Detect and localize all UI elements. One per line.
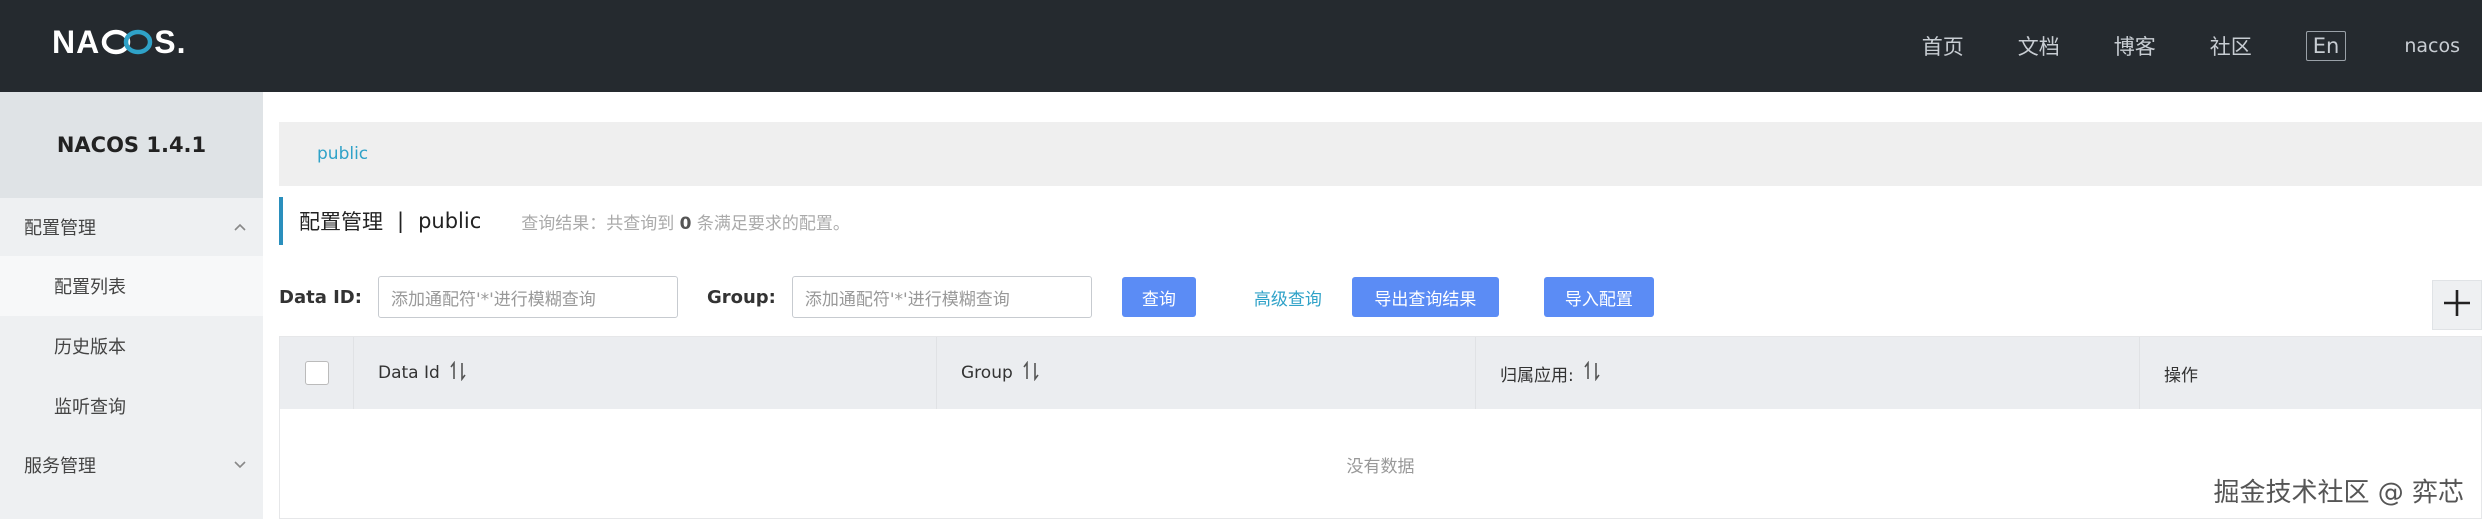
column-header-data-id[interactable]: Data Id: [354, 337, 937, 409]
title-separator: |: [397, 209, 405, 233]
sidebar-item-label: 配置列表: [54, 277, 126, 298]
logo-text-left: NA: [52, 23, 101, 60]
dataid-label: Data ID:: [279, 286, 362, 308]
sidebar-brand: NACOS 1.4.1: [0, 92, 263, 198]
column-label: Group: [961, 363, 1013, 383]
main-content: public 配置管理 | public 查询结果：共查询到 0 条满足要求的配…: [263, 92, 2482, 519]
language-switch-button[interactable]: En: [2305, 31, 2347, 61]
sidebar-item-label: 监听查询: [54, 397, 126, 418]
sidebar: NACOS 1.4.1 配置管理 配置列表 历史版本 监听查询 服务管理: [0, 92, 263, 519]
query-result-summary: 查询结果：共查询到 0 条满足要求的配置。: [521, 209, 850, 234]
sort-icon[interactable]: [1584, 360, 1600, 386]
table-header: Data Id Group 归属应用: 操作: [280, 337, 2481, 409]
column-header-app[interactable]: 归属应用:: [1476, 337, 2140, 409]
sidebar-item-listener-query[interactable]: 监听查询: [0, 376, 263, 436]
nav-home[interactable]: 首页: [1922, 31, 1964, 61]
sidebar-group-service-management[interactable]: 服务管理: [0, 436, 263, 494]
nav-community[interactable]: 社区: [2210, 31, 2252, 61]
dataid-input[interactable]: 添加通配符'*'进行模糊查询: [377, 276, 678, 318]
column-label: Data Id: [378, 363, 440, 383]
sidebar-item-config-list[interactable]: 配置列表: [0, 256, 263, 316]
select-all-checkbox[interactable]: [304, 361, 329, 385]
column-label: 归属应用:: [1500, 365, 1574, 386]
column-label: 操作: [2164, 365, 2198, 386]
sidebar-item-history[interactable]: 历史版本: [0, 316, 263, 376]
export-results-button[interactable]: 导出查询结果: [1351, 277, 1499, 317]
nacos-logo[interactable]: NA S .: [52, 22, 186, 62]
column-header-actions: 操作: [2140, 337, 2481, 409]
sidebar-group-label: 服务管理: [24, 456, 96, 477]
sidebar-item-label: 历史版本: [54, 337, 126, 358]
chevron-up-icon: [231, 218, 249, 236]
page-title: 配置管理: [299, 210, 383, 234]
search-form: Data ID: 添加通配符'*'进行模糊查询 Group: 添加通配符'*'进…: [279, 272, 2482, 322]
query-button[interactable]: 查询: [1121, 277, 1196, 317]
select-all-cell: [280, 337, 354, 409]
result-count: 0: [679, 213, 692, 234]
sort-icon[interactable]: [450, 360, 466, 386]
add-config-button[interactable]: [2432, 280, 2482, 330]
nav-blog[interactable]: 博客: [2114, 31, 2156, 61]
namespace-tab-public[interactable]: public: [317, 144, 368, 164]
top-nav-links: 首页 文档 博客 社区 En nacos: [1922, 0, 2482, 92]
sidebar-group-label: 配置管理: [24, 218, 96, 239]
sort-icon[interactable]: [1023, 360, 1039, 386]
result-prefix: 查询结果：共查询到: [521, 213, 675, 234]
import-config-button[interactable]: 导入配置: [1543, 277, 1654, 317]
plus-icon: [2442, 288, 2472, 322]
nav-docs[interactable]: 文档: [2018, 31, 2060, 61]
top-navbar: NA S . 首页 文档 博客 社区 En nacos: [0, 0, 2482, 92]
page-title-row: 配置管理 | public 查询结果：共查询到 0 条满足要求的配置。: [279, 197, 850, 245]
logo-text-right: S: [154, 23, 177, 60]
group-label: Group:: [706, 286, 776, 308]
logo-dot: .: [176, 23, 187, 60]
empty-state: 没有数据: [1346, 456, 1415, 477]
group-input[interactable]: 添加通配符'*'进行模糊查询: [791, 276, 1092, 318]
title-accent-bar: [279, 197, 283, 245]
current-namespace: public: [418, 209, 482, 233]
sidebar-group-config-management[interactable]: 配置管理: [0, 198, 263, 256]
column-header-group[interactable]: Group: [937, 337, 1476, 409]
chevron-down-icon: [231, 456, 249, 474]
namespace-bar: public: [279, 122, 2482, 186]
watermark: 掘金技术社区 @ 弈芯: [2213, 478, 2464, 508]
result-suffix: 条满足要求的配置。: [696, 213, 850, 234]
user-name[interactable]: nacos: [2404, 35, 2460, 57]
logo-rings-icon: [101, 28, 153, 56]
advanced-query-link[interactable]: 高级查询: [1254, 285, 1322, 310]
config-table: Data Id Group 归属应用: 操作 没有数据: [279, 336, 2482, 519]
